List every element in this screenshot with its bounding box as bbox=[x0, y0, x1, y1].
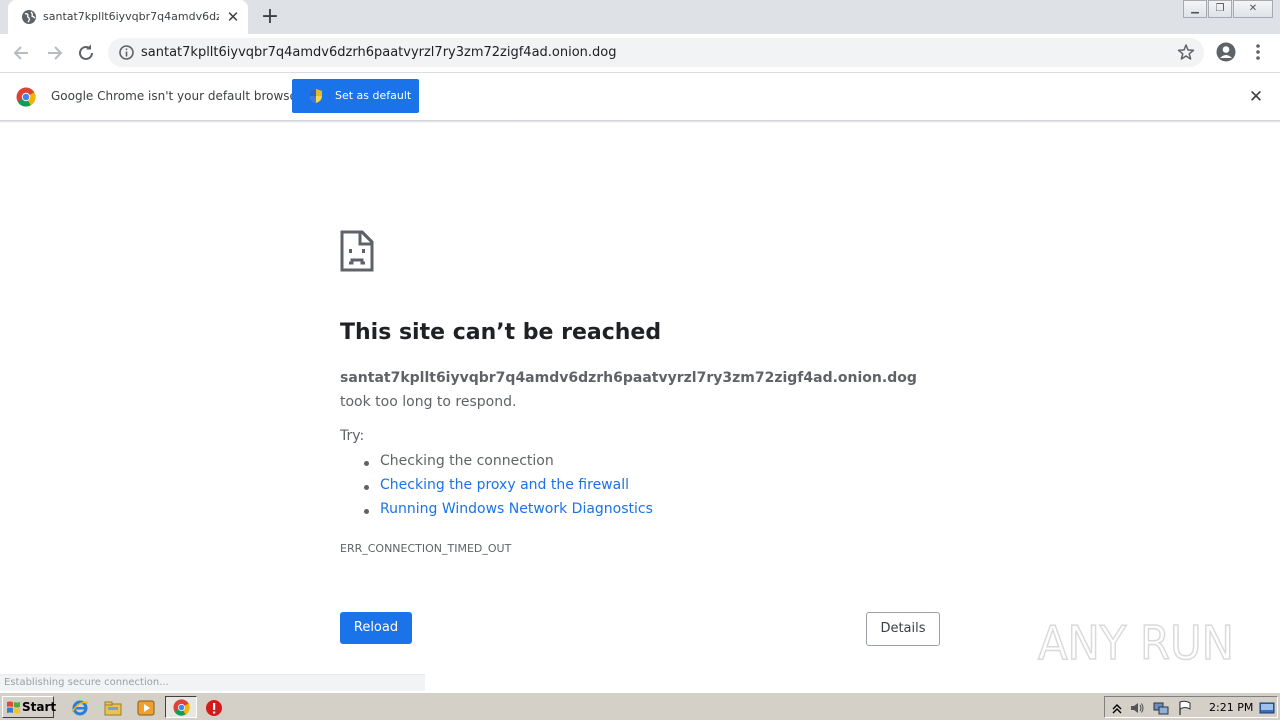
back-arrow-icon[interactable] bbox=[11, 42, 33, 64]
windows-taskbar: Start 2:21 PM bbox=[0, 692, 1280, 720]
profile-avatar-icon[interactable] bbox=[1216, 42, 1236, 62]
taskbar-clock: 2:21 PM bbox=[1209, 701, 1254, 714]
uac-shield-icon bbox=[310, 89, 322, 103]
error-description-suffix: took too long to respond. bbox=[340, 394, 517, 410]
volume-icon[interactable] bbox=[1129, 700, 1145, 716]
new-tab-button[interactable]: + bbox=[258, 6, 282, 28]
tab-close-icon[interactable]: ✕ bbox=[224, 8, 242, 26]
reload-button[interactable]: Reload bbox=[340, 612, 412, 644]
info-icon[interactable] bbox=[118, 44, 135, 61]
start-button[interactable]: Start bbox=[2, 696, 57, 718]
infobar-close-icon[interactable]: ✕ bbox=[1246, 87, 1266, 107]
stop-sign-icon[interactable] bbox=[205, 699, 223, 717]
suggestion-check-connection: Checking the connection bbox=[380, 453, 554, 469]
error-code: ERR_CONNECTION_TIMED_OUT bbox=[340, 542, 512, 555]
bullet bbox=[364, 461, 369, 466]
infobar-message: Google Chrome isn't your default browser bbox=[51, 89, 302, 103]
restore-button[interactable]: ❐ bbox=[1208, 0, 1232, 18]
close-window-button[interactable]: ✕ bbox=[1233, 0, 1273, 18]
sad-page-icon bbox=[340, 230, 374, 272]
watermark-text: ANY RUN bbox=[1038, 616, 1234, 670]
suggestion-proxy-firewall-link[interactable]: Checking the proxy and the firewall bbox=[380, 477, 629, 493]
start-label: Start bbox=[22, 700, 57, 714]
internet-explorer-icon[interactable] bbox=[71, 699, 89, 717]
bullet bbox=[364, 509, 369, 514]
bullet bbox=[364, 485, 369, 490]
menu-kebab-icon[interactable] bbox=[1250, 42, 1266, 62]
default-browser-infobar: Google Chrome isn't your default browser… bbox=[0, 72, 1280, 120]
set-as-default-label: Set as default bbox=[335, 89, 412, 102]
error-host: santat7kpllt6iyvqbr7q4amdv6dzrh6paatvyrz… bbox=[340, 370, 917, 386]
windows-flag-icon bbox=[7, 701, 20, 714]
try-label: Try: bbox=[340, 428, 365, 444]
suggestion-network-diagnostics-link[interactable]: Running Windows Network Diagnostics bbox=[380, 501, 653, 517]
show-desktop-icon[interactable] bbox=[1259, 700, 1275, 716]
error-description: santat7kpllt6iyvqbr7q4amdv6dzrh6paatvyrz… bbox=[340, 366, 930, 414]
error-title: This site can’t be reached bbox=[340, 320, 662, 345]
omnibox[interactable]: santat7kpllt6iyvqbr7q4amdv6dzrh6paatvyrz… bbox=[108, 38, 1204, 67]
bookmark-star-icon[interactable] bbox=[1177, 43, 1195, 61]
taskbar-chrome-item[interactable] bbox=[165, 696, 197, 718]
system-tray: 2:21 PM bbox=[1104, 696, 1278, 718]
url-text: santat7kpllt6iyvqbr7q4amdv6dzrh6paatvyrz… bbox=[141, 45, 617, 60]
tray-expand-icon[interactable] bbox=[1109, 700, 1125, 716]
chrome-taskbar-icon bbox=[173, 699, 190, 716]
minimize-button[interactable]: ▁ bbox=[1183, 0, 1207, 18]
reload-icon[interactable] bbox=[75, 42, 97, 64]
details-button[interactable]: Details bbox=[866, 612, 940, 646]
tab-title: santat7kpllt6iyvqbr7q4amdv6dzrh6paatvyrz… bbox=[43, 10, 219, 23]
set-as-default-button[interactable]: Set as default bbox=[292, 79, 419, 113]
browser-toolbar: santat7kpllt6iyvqbr7q4amdv6dzrh6paatvyrz… bbox=[0, 34, 1280, 72]
file-explorer-icon[interactable] bbox=[104, 699, 122, 717]
globe-icon bbox=[22, 10, 36, 24]
media-player-icon[interactable] bbox=[137, 699, 155, 717]
anyrun-watermark: ANY RUN bbox=[1037, 615, 1235, 671]
status-bubble: Establishing secure connection... bbox=[0, 674, 425, 691]
tab-strip: santat7kpllt6iyvqbr7q4amdv6dzrh6paatvyrz… bbox=[0, 0, 1280, 34]
action-center-flag-icon[interactable] bbox=[1177, 700, 1193, 716]
tab-active[interactable]: santat7kpllt6iyvqbr7q4amdv6dzrh6paatvyrz… bbox=[8, 0, 248, 34]
chrome-logo-icon bbox=[16, 87, 36, 107]
forward-arrow-icon[interactable] bbox=[43, 42, 65, 64]
network-icon[interactable] bbox=[1153, 700, 1169, 716]
